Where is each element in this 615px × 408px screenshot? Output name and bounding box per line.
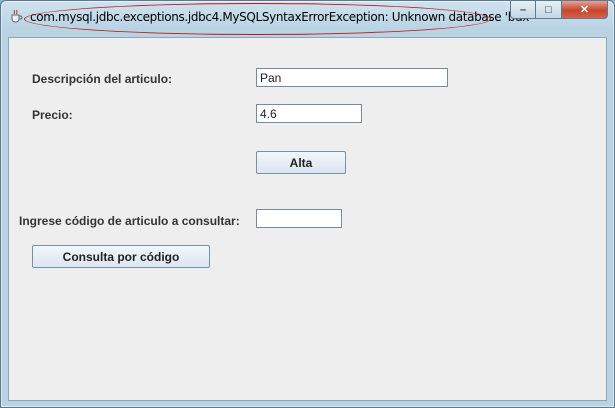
close-button[interactable]: ✕ xyxy=(562,1,608,19)
title-highlight-ellipse xyxy=(24,3,491,35)
minimize-icon: – xyxy=(519,3,527,16)
consulta-label: Ingrese código de articulo a consultar: xyxy=(19,214,240,228)
maximize-button[interactable]: □ xyxy=(536,1,562,19)
window-controls: – □ ✕ xyxy=(510,1,608,20)
java-cup-icon xyxy=(11,9,23,23)
descripcion-label: Descripción del articulo: xyxy=(32,72,173,86)
descripcion-input[interactable] xyxy=(256,68,448,87)
app-window: com.mysql.jdbc.exceptions.jdbc4.MySQLSyn… xyxy=(0,0,615,408)
maximize-icon: □ xyxy=(545,3,552,16)
precio-label: Precio: xyxy=(32,108,73,122)
precio-input[interactable] xyxy=(256,104,362,123)
form-panel: Descripción del articulo: Precio: Alta I… xyxy=(8,37,607,401)
close-icon: ✕ xyxy=(579,4,590,16)
alta-button[interactable]: Alta xyxy=(256,151,346,174)
codigo-input[interactable] xyxy=(256,209,342,228)
consulta-button[interactable]: Consulta por código xyxy=(32,245,210,268)
minimize-button[interactable]: – xyxy=(510,1,536,19)
title-bar[interactable]: com.mysql.jdbc.exceptions.jdbc4.MySQLSyn… xyxy=(1,1,614,35)
